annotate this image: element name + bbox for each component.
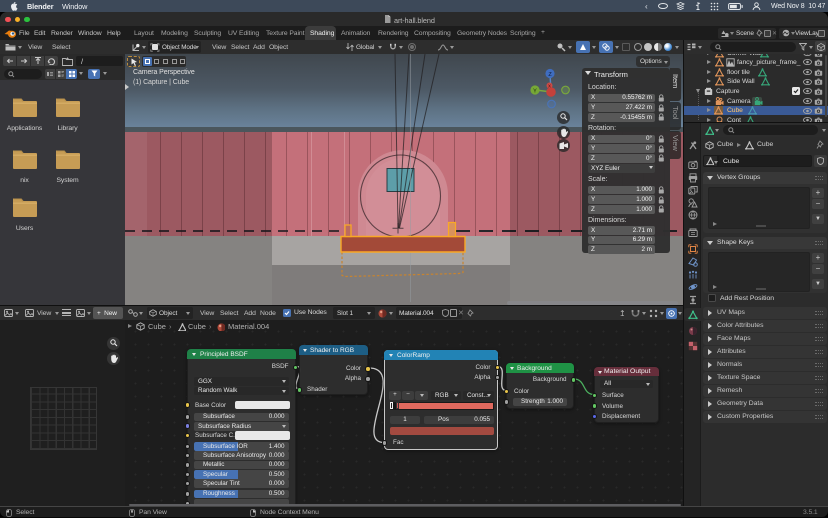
svg-text:Y: Y [533,89,537,95]
